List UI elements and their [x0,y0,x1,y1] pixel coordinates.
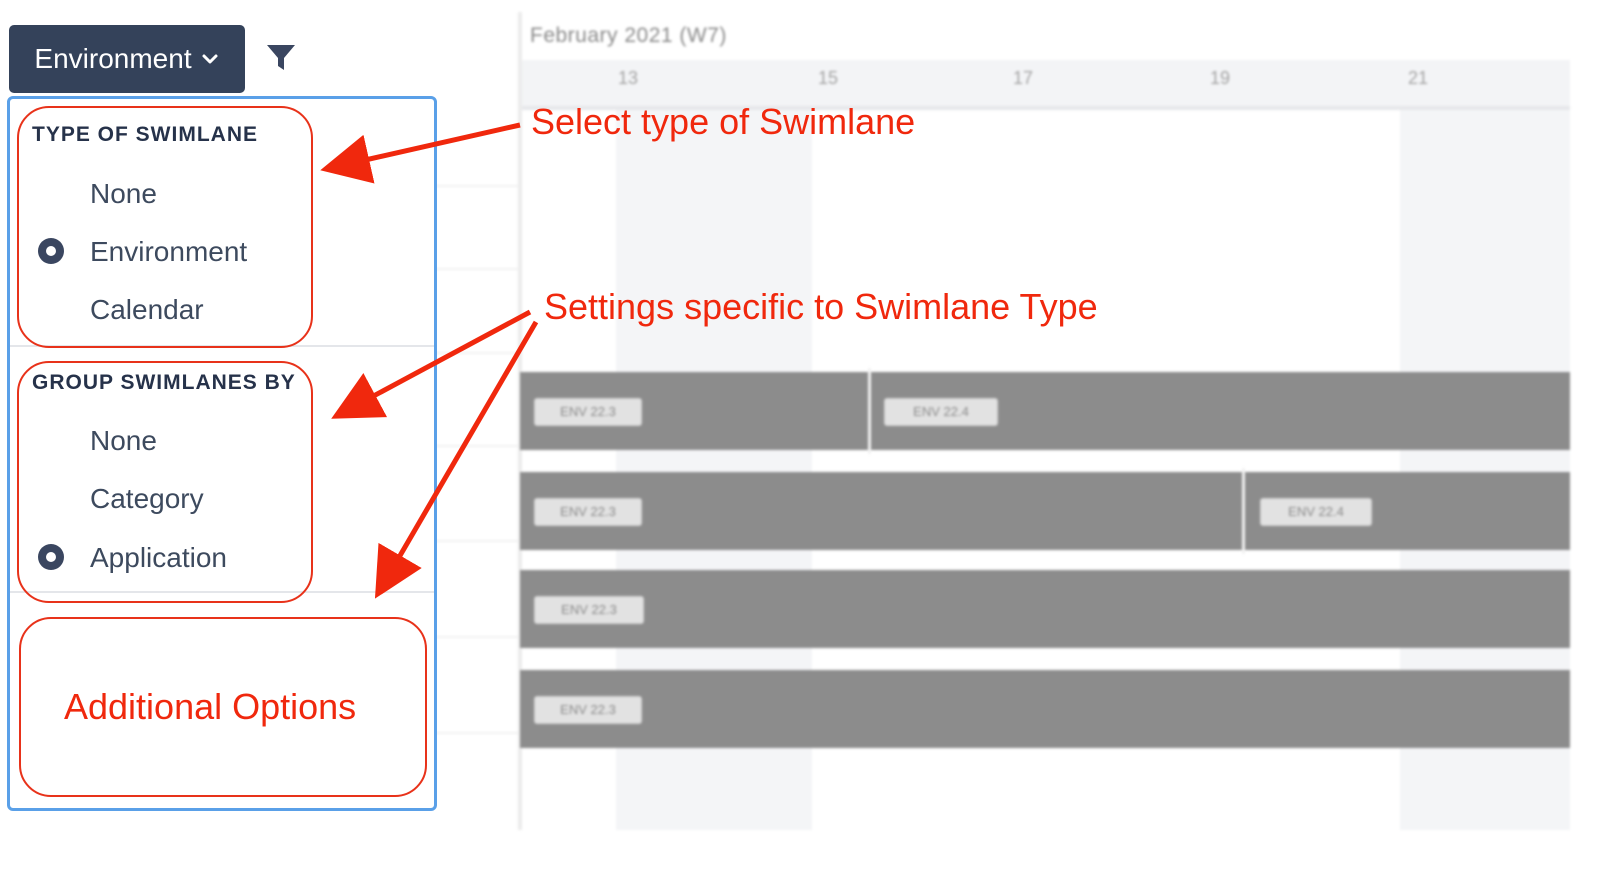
swimlane-dropdown-button[interactable]: Environment [9,25,245,93]
annotation-box-group [17,361,313,603]
release-tag[interactable]: ENV 22.3 [534,596,644,624]
day-label: 17 [1013,68,1034,88]
swimlane-bar[interactable]: ENV 22.3 [520,570,1570,648]
chevron-down-icon [202,54,218,64]
day-label: 19 [1210,68,1231,88]
annotation-settings-specific: Settings specific to Swimlane Type [544,286,1098,327]
annotation-select-type: Select type of Swimlane [531,101,916,142]
day-label: 15 [818,68,839,88]
annotation-box-type [17,106,313,348]
day-label: 21 [1408,68,1429,88]
filter-icon[interactable] [265,42,297,74]
lane-separator [868,368,871,454]
release-tag[interactable]: ENV 22.3 [534,398,642,426]
annotation-additional-options: Additional Options [64,686,357,727]
swimlane-bar[interactable]: ENV 22.3 ENV 22.4 [520,468,1570,554]
release-tag[interactable]: ENV 22.3 [534,498,642,526]
timeline-month-label: February 2021 (W7) [530,24,727,47]
swimlane-bar[interactable]: ENV 22.3 [520,670,1570,748]
release-tag[interactable]: ENV 22.4 [1260,498,1372,526]
day-label: 13 [618,68,639,88]
release-tag[interactable]: ENV 22.3 [534,696,642,724]
swimlane-dropdown-label: Environment [34,43,192,74]
release-tag[interactable]: ENV 22.4 [884,398,998,426]
lane-separator [1242,468,1245,554]
swimlane-bar[interactable]: ENV 22.3 ENV 22.4 [520,368,1570,454]
